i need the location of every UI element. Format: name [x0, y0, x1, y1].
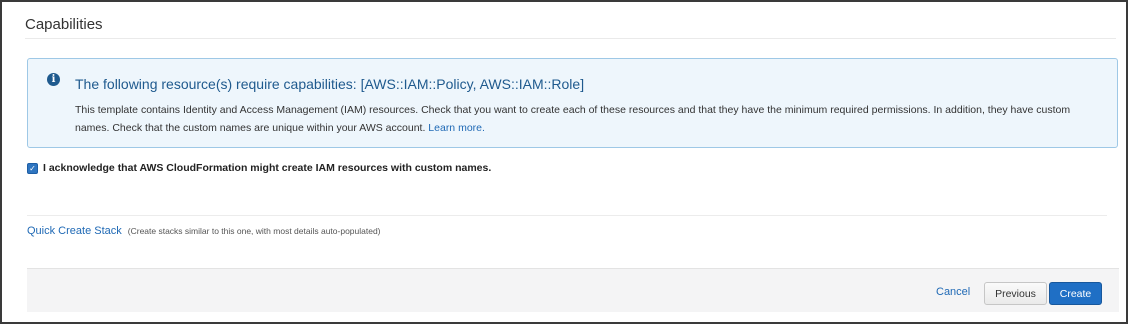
acknowledge-label[interactable]: I acknowledge that AWS CloudFormation mi…: [43, 162, 491, 174]
quick-create-stack-link[interactable]: Quick Create Stack: [27, 225, 122, 237]
quick-create-row: Quick Create Stack (Create stacks simila…: [27, 225, 381, 237]
create-button[interactable]: Create: [1049, 282, 1102, 305]
title-divider: [25, 38, 1116, 39]
cancel-button[interactable]: Cancel: [936, 286, 970, 298]
previous-button[interactable]: Previous: [984, 282, 1047, 305]
acknowledge-checkbox[interactable]: ✓: [27, 162, 38, 174]
footer-actions: Cancel Previous Create: [27, 268, 1119, 312]
capabilities-panel: Capabilities i The following resource(s)…: [0, 0, 1128, 324]
info-body-text: This template contains Identity and Acce…: [75, 104, 1071, 134]
learn-more-link[interactable]: Learn more.: [428, 122, 485, 134]
quick-create-divider: [27, 215, 1107, 216]
quick-create-hint: (Create stacks similar to this one, with…: [127, 226, 381, 236]
info-icon: i: [47, 73, 60, 86]
capabilities-info-alert: i The following resource(s) require capa…: [27, 58, 1118, 148]
acknowledge-row[interactable]: ✓ I acknowledge that AWS CloudFormation …: [27, 162, 491, 174]
info-body: This template contains Identity and Acce…: [75, 101, 1105, 137]
section-title: Capabilities: [25, 16, 103, 33]
info-heading: The following resource(s) require capabi…: [75, 76, 585, 92]
